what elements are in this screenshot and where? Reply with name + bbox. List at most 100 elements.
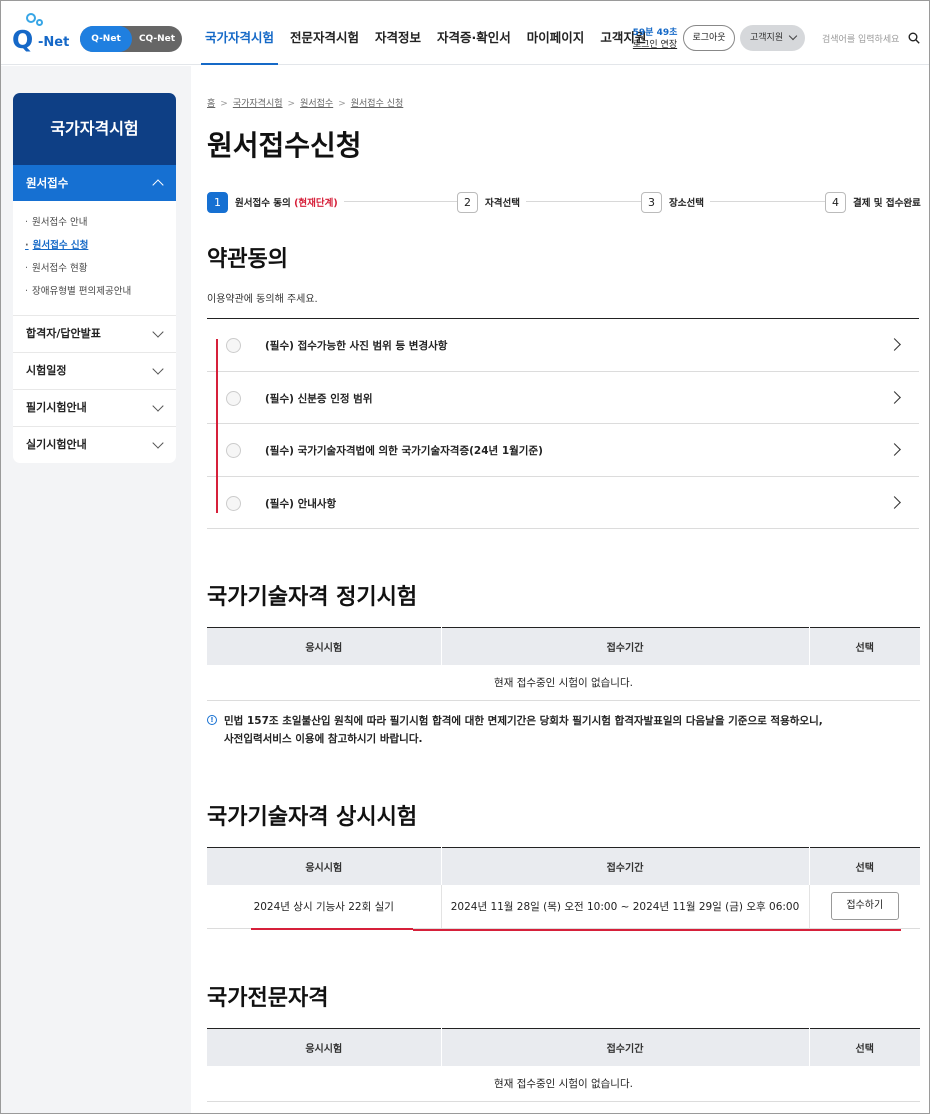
step-1: 1 원서접수 동의 (현재단계) xyxy=(207,191,344,213)
side-nav-schedule[interactable]: 시험일정 xyxy=(13,352,176,389)
gnb-professional-exam[interactable]: 전문자격시험 xyxy=(286,1,363,65)
search-input[interactable]: 검색어를 입력하세요 xyxy=(822,32,899,45)
col-select: 선택 xyxy=(809,627,920,665)
col-select: 선택 xyxy=(809,847,920,885)
main-content: 홈 > 국가자격시험 > 원서접수 > 원서접수 신청 원서접수신청 1 원서접수 동의 (… xyxy=(191,66,929,1113)
submenu-accessibility-guide[interactable]: 장애유형별 편의제공안내 xyxy=(25,280,176,303)
term-item[interactable]: (필수) 접수가능한 사진 범위 등 변경사항 xyxy=(207,319,919,372)
gnb-qualification-info[interactable]: 자격정보 xyxy=(371,1,425,65)
breadcrumb-application-request[interactable]: 원서접수 신청 xyxy=(351,99,404,109)
term-radio[interactable] xyxy=(226,338,241,353)
chevron-down-icon xyxy=(152,326,164,338)
browser-frame: Q -Net Q-Net CQ-Net 국가자격시험 전문자격시험 자격정보 자… xyxy=(0,0,930,1114)
term-label: (필수) 신분증 인정 범위 xyxy=(265,392,373,405)
side-nav-title: 국가자격시험 xyxy=(13,93,176,165)
step-3: 3 장소선택 xyxy=(641,191,710,213)
col-exam: 응시시험 xyxy=(207,847,442,885)
side-nav-application-label: 원서접수 xyxy=(26,176,69,190)
gnb-national-exam[interactable]: 국가자격시험 xyxy=(201,1,279,65)
step-3-number: 3 xyxy=(641,191,662,213)
term-radio[interactable] xyxy=(226,443,241,458)
extend-login-link[interactable]: 로그인 연장 xyxy=(630,39,680,51)
term-label: (필수) 접수가능한 사진 범위 등 변경사항 xyxy=(265,340,448,352)
chevron-right-icon[interactable] xyxy=(888,338,901,351)
search-icon[interactable] xyxy=(908,32,920,44)
table-row: 현재 접수중인 시험이 없습니다. xyxy=(207,664,920,701)
step-2-label: 자격선택 xyxy=(485,198,520,209)
chevron-right-icon[interactable] xyxy=(888,443,901,456)
annotation-red-line xyxy=(216,339,218,513)
page-title: 원서접수신청 xyxy=(207,129,362,162)
term-item[interactable]: (필수) 국가기술자격법에 의한 국가기술자격증(24년 1월기준) xyxy=(207,424,919,477)
site-header: Q -Net Q-Net CQ-Net 국가자격시험 전문자격시험 자격정보 자… xyxy=(1,1,929,65)
terms-list: (필수) 접수가능한 사진 범위 등 변경사항 (필수) 신분증 인정 범위 (… xyxy=(207,318,919,529)
submenu-application-guide[interactable]: 원서접수 안내 xyxy=(25,211,176,234)
submenu-application-request[interactable]: 원서접수 신청 xyxy=(25,234,176,257)
annotation-underline-2 xyxy=(413,929,901,931)
side-nav-schedule-label: 시험일정 xyxy=(26,364,67,377)
empty-message: 현재 접수중인 시험이 없습니다. xyxy=(207,1065,920,1102)
toggle-cqnet[interactable]: CQ-Net xyxy=(132,26,182,52)
term-radio[interactable] xyxy=(226,390,241,406)
chevron-right-icon[interactable] xyxy=(888,495,901,509)
side-nav-written-exam[interactable]: 필기시험안내 xyxy=(13,389,176,426)
customer-service-button[interactable]: 고객지원 xyxy=(740,25,805,51)
side-nav-results-label: 합격자/답안발표 xyxy=(26,327,101,340)
side-nav-practical-exam[interactable]: 실기시험안내 xyxy=(13,426,176,463)
professional-exam-title: 국가전문자격 xyxy=(207,986,329,1011)
step-1-current: (현재단계) xyxy=(294,198,338,209)
logo-net-text: Net xyxy=(43,35,70,50)
notice-line-2: 사전입력서비스 이용에 참고하시기 바랍니다. xyxy=(224,733,423,745)
col-period: 접수기간 xyxy=(441,1028,810,1066)
logout-button[interactable]: 로그아웃 xyxy=(683,25,735,51)
step-3-label: 장소선택 xyxy=(669,198,704,209)
breadcrumb-home[interactable]: 홈 xyxy=(207,99,215,109)
regular-exam-table: 응시시험 접수기간 선택 현재 접수중인 시험이 없습니다. xyxy=(207,627,920,701)
breadcrumb-application[interactable]: 원서접수 xyxy=(300,99,333,109)
side-nav-results[interactable]: 합격자/답안발표 xyxy=(13,315,176,352)
chevron-up-icon xyxy=(152,179,164,191)
col-select: 선택 xyxy=(809,1028,920,1066)
gnb-certificate[interactable]: 자격증·확인서 xyxy=(433,1,515,65)
term-label: (필수) 국가기술자격법에 의한 국가기술자격증(24년 1월기준) xyxy=(265,445,543,457)
step-4-label: 결제 및 접수완료 xyxy=(853,198,921,209)
customer-service-label: 고객지원 xyxy=(750,33,784,43)
info-icon: ! xyxy=(207,715,217,725)
apply-button[interactable]: 접수하기 xyxy=(830,892,899,921)
col-exam: 응시시험 xyxy=(207,627,442,665)
logo-mark-small-icon xyxy=(36,19,43,26)
site-toggle[interactable]: Q-Net CQ-Net xyxy=(80,26,182,52)
chevron-right-icon[interactable] xyxy=(888,390,901,404)
terms-title: 약관동의 xyxy=(207,247,288,272)
step-2: 2 자격선택 xyxy=(457,191,526,213)
logo-net: -Net xyxy=(38,35,70,50)
global-nav: 국가자격시험 전문자격시험 자격정보 자격증·확인서 마이페이지 고객지원 xyxy=(201,1,658,65)
chevron-down-icon xyxy=(152,400,164,412)
apply-cell: 접수하기 xyxy=(809,884,920,929)
term-radio[interactable] xyxy=(226,495,241,511)
step-4-number: 4 xyxy=(825,191,846,213)
table-row: 2024년 상시 기능사 22회 실기 2024년 11월 28일 (목) 오전… xyxy=(207,884,920,929)
step-2-number: 2 xyxy=(457,191,478,213)
notice: ! 민법 157조 초일불산입 원칙에 따라 필기시험 합격에 대한 면제기간은… xyxy=(207,712,823,748)
continuous-exam-title: 국가기술자격 상시시험 xyxy=(207,805,418,830)
term-item[interactable]: (필수) 신분증 인정 범위 xyxy=(207,372,919,424)
terms-desc: 이용약관에 동의해 주세요. xyxy=(207,294,318,305)
breadcrumb-national-exam[interactable]: 국가자격시험 xyxy=(233,99,283,109)
step-1-number: 1 xyxy=(207,191,228,213)
empty-message: 현재 접수중인 시험이 없습니다. xyxy=(207,664,920,701)
col-exam: 응시시험 xyxy=(207,1028,442,1066)
annotation-underline-1 xyxy=(251,928,413,930)
toggle-qnet[interactable]: Q-Net xyxy=(80,26,132,52)
qnet-logo[interactable]: Q -Net xyxy=(12,13,74,55)
side-nav-application[interactable]: 원서접수 xyxy=(13,165,176,201)
timer-remaining: 59분 49초 xyxy=(632,28,678,38)
step-4: 4 결제 및 접수완료 xyxy=(825,191,921,213)
gnb-mypage[interactable]: 마이페이지 xyxy=(523,1,589,65)
submenu-application-status[interactable]: 원서접수 현황 xyxy=(25,257,176,280)
term-item[interactable]: (필수) 안내사항 xyxy=(207,477,919,529)
table-row: 현재 접수중인 시험이 없습니다. xyxy=(207,1065,920,1102)
term-label: (필수) 안내사항 xyxy=(265,497,337,510)
col-period: 접수기간 xyxy=(441,627,810,665)
session-timer: 59분 49초 로그인 연장 xyxy=(630,27,680,51)
